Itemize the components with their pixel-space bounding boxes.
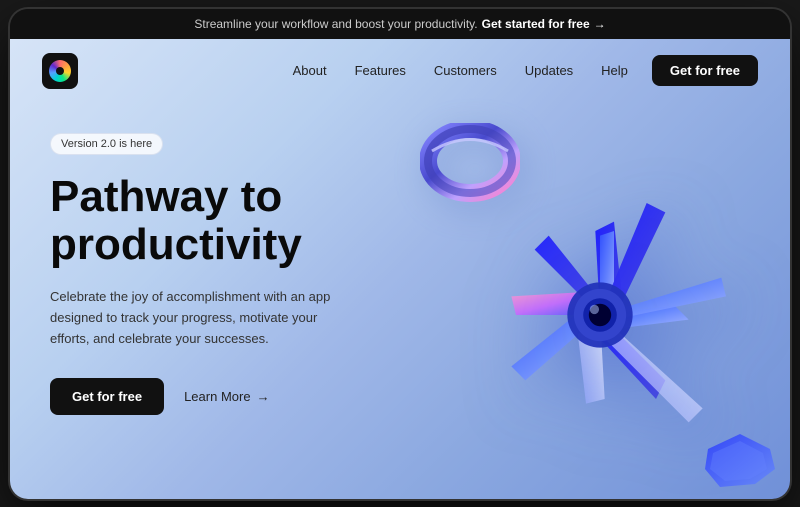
nav-features[interactable]: Features [355,63,406,78]
navbar: About Features Customers Updates Help Ge… [10,39,790,103]
version-badge: Version 2.0 is here [50,133,163,155]
hero-primary-button[interactable]: Get for free [50,378,164,415]
torus-decoration [420,123,520,203]
hero-section: Version 2.0 is here Pathway to productiv… [10,103,790,499]
nav-customers[interactable]: Customers [434,63,497,78]
nav-cta-button[interactable]: Get for free [652,55,758,86]
learn-more-arrow: → [257,389,270,404]
hero-content: Version 2.0 is here Pathway to productiv… [50,123,340,415]
hero-buttons: Get for free Learn More → [50,378,340,415]
nav-updates[interactable]: Updates [525,63,573,78]
hero-title: Pathway to productivity [50,173,340,270]
hero-secondary-button[interactable]: Learn More → [184,389,269,404]
hero-decorations [330,103,790,499]
hero-title-line1: Pathway to [50,172,282,221]
device-screen: Streamline your workflow and boost your … [10,9,790,499]
logo[interactable] [42,53,78,89]
hero-title-line2: productivity [50,220,302,269]
nav-help[interactable]: Help [601,63,628,78]
nav-links: About Features Customers Updates Help [293,63,628,78]
announcement-text: Streamline your workflow and boost your … [194,17,477,31]
device-frame: Streamline your workflow and boost your … [10,9,790,499]
learn-more-label: Learn More [184,389,250,404]
announcement-bar: Streamline your workflow and boost your … [10,9,790,39]
starburst-decoration [460,175,740,455]
hero-subtitle: Celebrate the joy of accomplishment with… [50,287,340,349]
announcement-cta[interactable]: Get started for free [482,17,590,31]
website-content: About Features Customers Updates Help Ge… [10,39,790,499]
logo-icon [49,60,71,82]
small-shape-decoration [700,429,780,489]
nav-about[interactable]: About [293,63,327,78]
announcement-arrow: → [594,17,606,31]
